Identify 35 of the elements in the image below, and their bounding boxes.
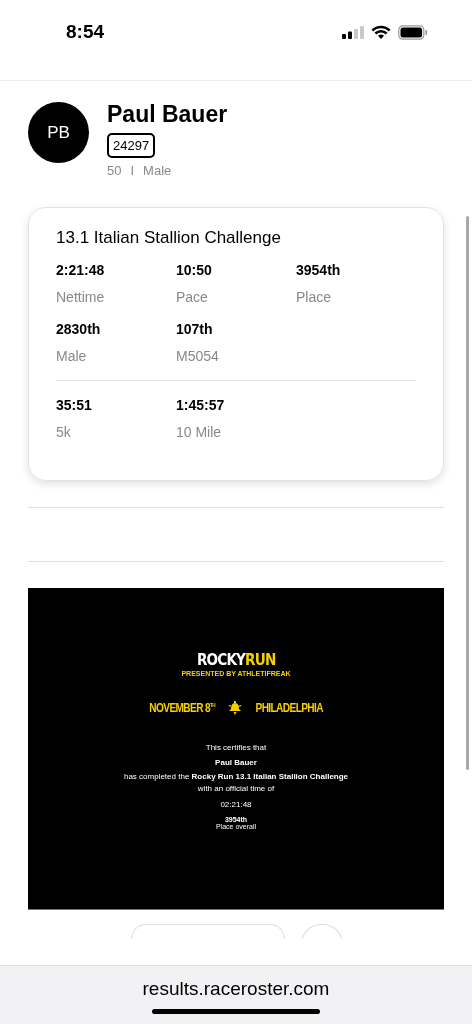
split-label: 10 Mile <box>176 424 223 440</box>
event-logo: ROCKYRUN <box>196 652 276 668</box>
certificate-line: 02:21:48 <box>220 799 252 811</box>
wifi-icon <box>371 24 391 40</box>
event-city: PHILADELPHIA <box>255 700 323 715</box>
stat-value: 107th <box>176 321 214 337</box>
athlete-age: 50 <box>107 163 122 178</box>
stat-label: M5054 <box>176 348 220 364</box>
stat-label: Male <box>56 348 88 364</box>
address-bar[interactable]: results.raceroster.com <box>142 978 330 1000</box>
certificate-line: This certifies that <box>205 742 267 754</box>
split-time: 35:51 <box>56 397 93 413</box>
certificate-line: with an official time of <box>197 783 275 795</box>
stat-label: Place <box>296 289 333 305</box>
certificate-line: Paul Bauer <box>215 757 257 769</box>
stat-label: Pace <box>176 289 209 305</box>
stat-value: 10:50 <box>176 262 213 278</box>
stat-value: 2:21:48 <box>56 262 106 278</box>
split-time: 1:45:57 <box>176 397 226 413</box>
stat-value: 3954th <box>296 262 342 278</box>
battery-icon <box>398 24 428 40</box>
certificate-line: has completed the Rocky Run 13.1 Italian Stallion Challenge <box>123 771 349 783</box>
avatar: PB <box>28 102 89 163</box>
signal-icon <box>342 25 364 39</box>
event-date: NOVEMBER 8$^{TH}$ <box>148 700 215 715</box>
bib-number: 24297 <box>107 133 156 158</box>
split-label: 5k <box>56 424 72 440</box>
stat-label: Nettime <box>56 289 106 305</box>
bell-icon <box>227 700 242 715</box>
athlete-gender: Male <box>143 163 172 178</box>
athlete-name: Paul Bauer <box>107 100 228 128</box>
stat-value: 2830th <box>56 321 102 337</box>
status-time: 8:54 <box>66 21 105 43</box>
event-title: 13.1 Italian Stallion Challenge <box>56 228 282 248</box>
separator: I <box>130 163 135 178</box>
